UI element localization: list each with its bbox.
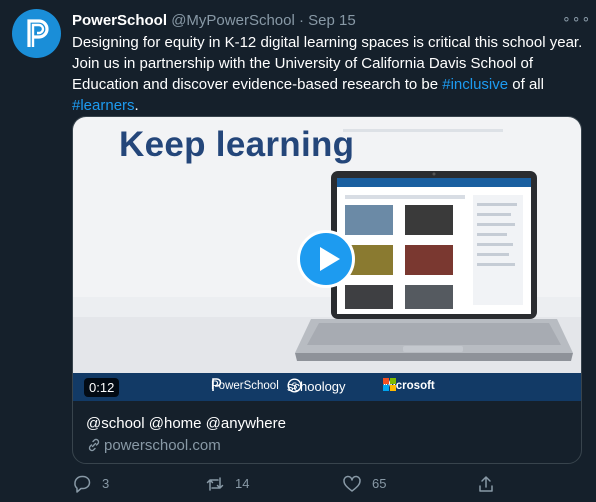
hashtag-inclusive[interactable]: #inclusive [442,76,508,93]
tweet-header: PowerSchool @MyPowerSchool · Sep 15 ∘∘∘ [72,9,590,31]
hashtag-learners[interactable]: #learners [72,97,135,114]
avatar[interactable] [12,9,61,58]
card-domain-label: powerschool.com [104,437,221,454]
separator: · [298,12,304,29]
powerschool-logo-icon [27,19,49,47]
svg-text:S: S [292,382,298,392]
schoology-mark-icon: S [287,378,302,393]
media-headline: Keep learning [119,125,355,164]
schoology-brand: Sschoology [287,378,346,395]
link-icon [88,438,100,452]
reply-count: 3 [102,476,110,491]
video-duration: 0:12 [84,378,120,397]
video-thumbnail[interactable]: Keep learning PowerSchool Sschoology Mic… [73,117,581,401]
powerschool-brand-label: PowerSchool [211,380,279,392]
card-title[interactable]: @school @home @anywhere [86,415,286,432]
user-handle[interactable]: @MyPowerSchool [171,12,295,29]
share-icon [479,476,493,492]
tweet-text: Designing for equity in K-12 digital lea… [72,32,588,116]
reply-icon [74,475,91,493]
retweet-count: 14 [235,476,250,491]
like-count: 65 [372,476,387,491]
tweet-body-text-mid: of all [508,76,544,93]
action-bar: 3 14 65 [72,474,512,494]
powerschool-mark-icon [212,378,221,391]
powerschool-brand: PowerSchool [211,378,279,395]
play-button[interactable] [297,230,355,288]
card-domain[interactable]: powerschool.com [86,437,221,454]
tweet-body-text-end: . [134,97,139,114]
link-card[interactable]: Keep learning PowerSchool Sschoology Mic… [72,116,582,464]
microsoft-logo-icon [383,378,396,391]
tweet-date[interactable]: Sep 15 [308,12,356,29]
more-icon[interactable]: ∘∘∘ [562,9,590,31]
play-icon [320,247,340,271]
microsoft-brand: Microsoft [383,378,435,395]
brand-bar: PowerSchool Sschoology Microsoft [73,373,581,401]
like-icon [343,475,361,492]
display-name[interactable]: PowerSchool [72,12,167,29]
retweet-icon [206,477,224,491]
